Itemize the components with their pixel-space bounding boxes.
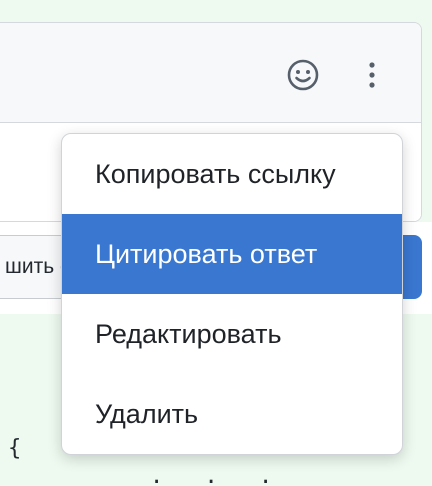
top-strip — [0, 0, 432, 10]
code-line-partial: · · · — [150, 470, 287, 486]
more-options-button[interactable] — [352, 55, 392, 95]
menu-item-label: Цитировать ответ — [95, 238, 318, 269]
menu-item-quote-reply[interactable]: Цитировать ответ — [62, 214, 402, 294]
menu-item-copy-link[interactable]: Копировать ссылку — [62, 134, 402, 214]
comment-context-menu: Копировать ссылку Цитировать ответ Редак… — [61, 133, 403, 455]
menu-item-label: Удалить — [95, 398, 199, 429]
add-reaction-button[interactable] — [283, 55, 323, 95]
menu-item-delete[interactable]: Удалить — [62, 374, 402, 454]
menu-item-label: Копировать ссылку — [95, 158, 336, 189]
menu-item-label: Редактировать — [95, 318, 282, 349]
code-line: { — [8, 436, 22, 461]
kebab-vertical-icon — [369, 62, 375, 88]
smiley-face-icon — [287, 59, 319, 91]
menu-item-edit[interactable]: Редактировать — [62, 294, 402, 374]
